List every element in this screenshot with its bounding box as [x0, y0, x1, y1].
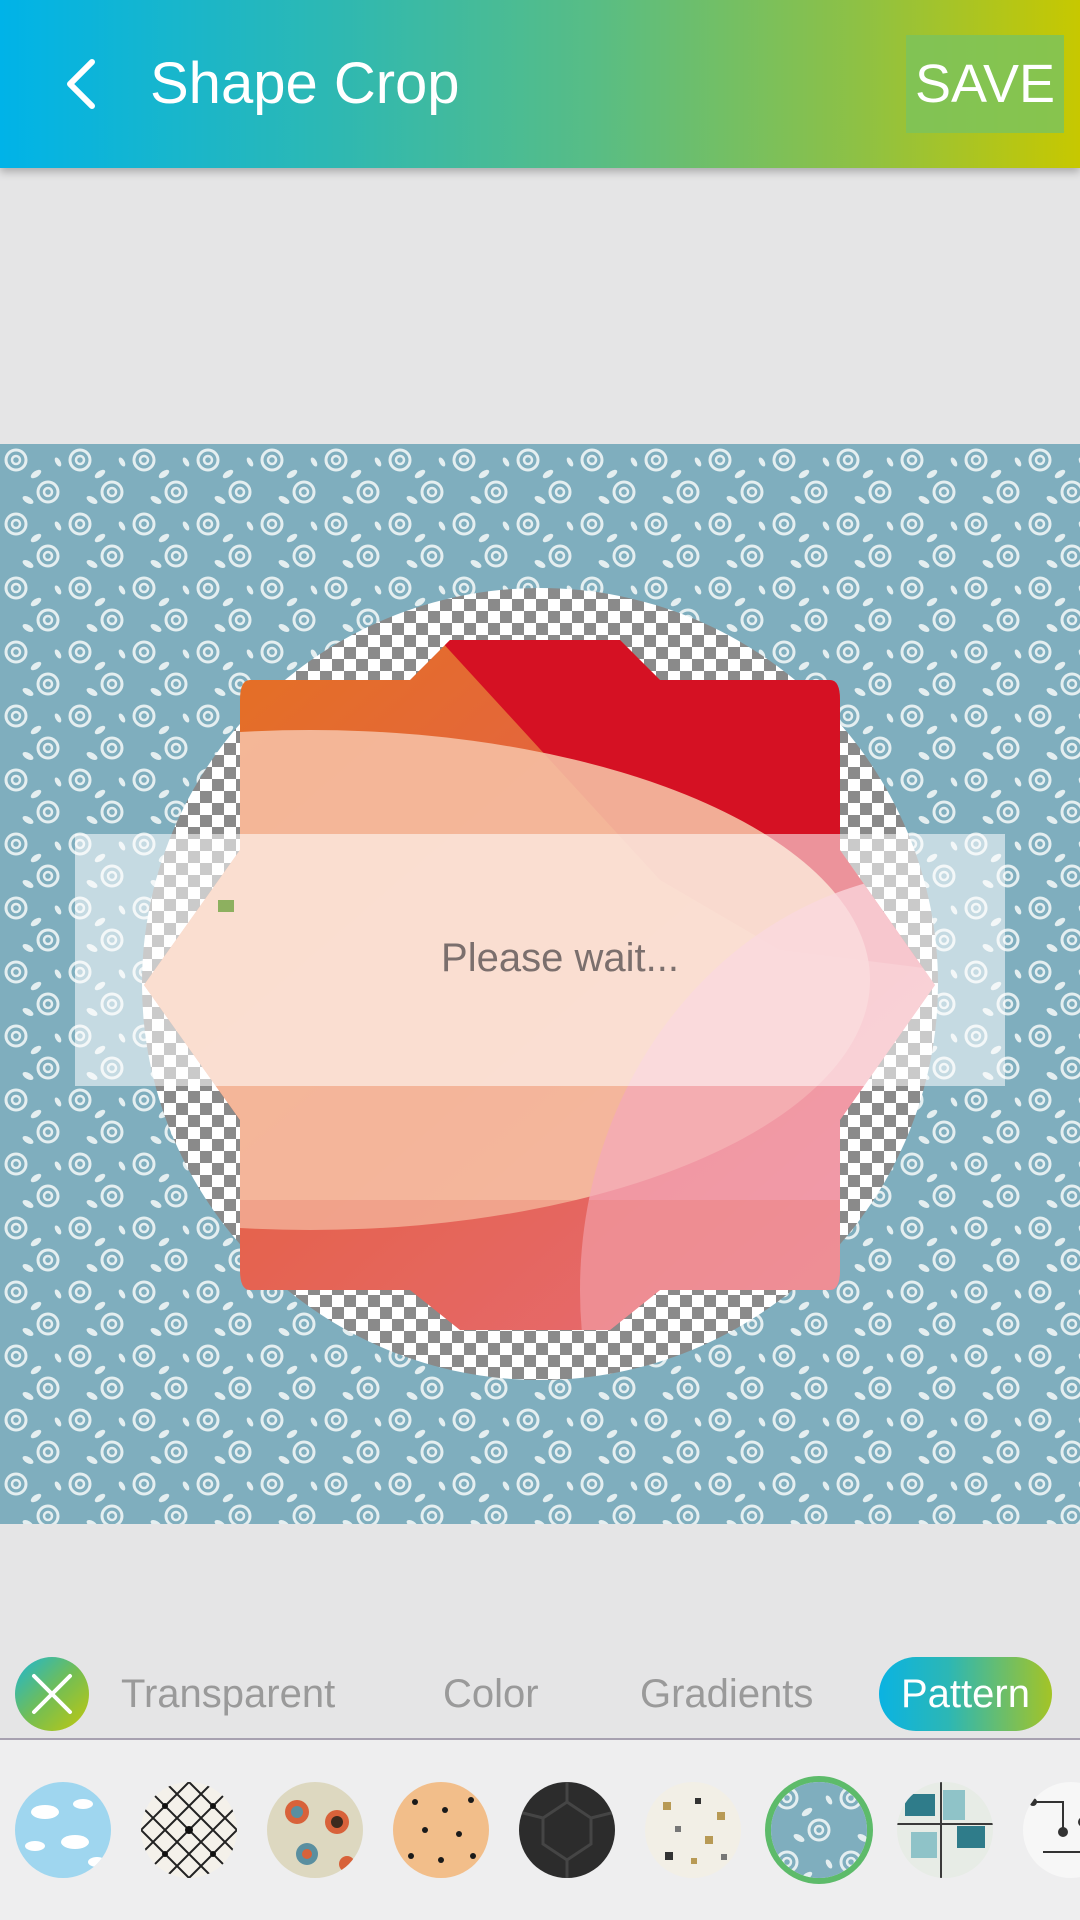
page-title: Shape Crop	[150, 51, 460, 116]
tab-gradients[interactable]: Gradients	[640, 1657, 813, 1731]
pattern-swatch-list[interactable]	[0, 1740, 1080, 1920]
loading-message: Please wait...	[441, 936, 679, 980]
tab-color[interactable]: Color	[443, 1657, 539, 1731]
tab-transparent[interactable]: Transparent	[121, 1657, 335, 1731]
app-bar: Shape Crop SAVE	[0, 0, 1080, 168]
pattern-swatch-retro-circles[interactable]	[267, 1782, 363, 1878]
pattern-swatch-geo-teal[interactable]	[897, 1782, 993, 1878]
pattern-swatch-dots-peach[interactable]	[393, 1782, 489, 1878]
progress-indicator	[218, 900, 234, 912]
pattern-swatch-dark-tiles[interactable]	[519, 1782, 615, 1878]
pattern-swatch-diamond-lattice[interactable]	[141, 1782, 237, 1878]
pattern-swatch-clouds[interactable]	[15, 1782, 111, 1878]
chevron-left-icon	[67, 59, 95, 109]
tab-pattern[interactable]: Pattern	[879, 1657, 1052, 1731]
pattern-swatch-lines-white[interactable]	[1023, 1782, 1080, 1878]
loading-dialog: Please wait...	[75, 834, 1005, 1086]
pattern-swatch-roses-blue[interactable]	[771, 1782, 867, 1878]
close-panel-button[interactable]	[15, 1657, 89, 1731]
close-icon	[32, 1674, 72, 1714]
back-button[interactable]	[40, 44, 120, 124]
pattern-swatch-confetti-squares[interactable]	[645, 1782, 741, 1878]
save-button[interactable]: SAVE	[906, 35, 1064, 133]
